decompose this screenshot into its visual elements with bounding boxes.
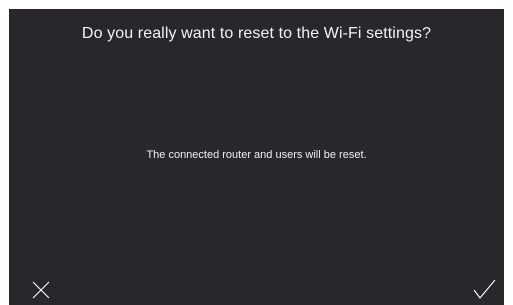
dialog-title: Do you really want to reset to the Wi-Fi…: [81, 25, 432, 42]
cancel-button[interactable]: [29, 278, 55, 304]
dialog-message: The connected router and users will be r…: [146, 149, 367, 161]
close-icon: [32, 281, 50, 299]
confirm-button[interactable]: [471, 277, 499, 303]
reset-wifi-dialog: Do you really want to reset to the Wi-Fi…: [9, 9, 504, 305]
checkmark-icon: [473, 279, 496, 299]
